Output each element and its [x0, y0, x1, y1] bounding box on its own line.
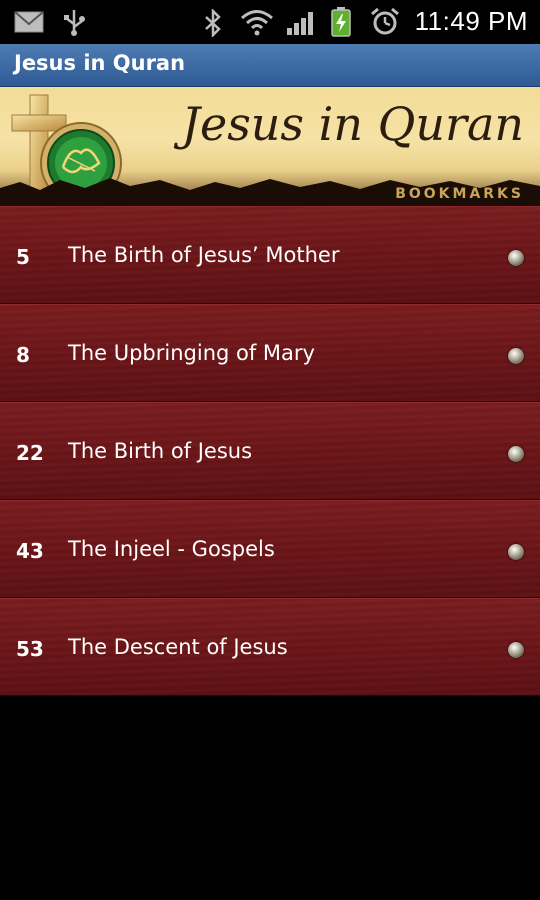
app-title: Jesus in Quran: [14, 51, 186, 75]
header-banner: Jesus in Quran BOOKMARKS: [0, 87, 540, 206]
usb-icon: [64, 10, 85, 36]
bookmark-number: 8: [16, 343, 30, 367]
list-item[interactable]: 53 The Descent of Jesus: [0, 598, 540, 696]
battery-icon: [331, 7, 351, 37]
status-time: 11:49 PM: [414, 6, 528, 36]
banner-subtitle: BOOKMARKS: [395, 186, 524, 202]
bookmark-number: 43: [16, 539, 44, 563]
app-title-bar: Jesus in Quran: [0, 44, 540, 87]
bookmark-number: 22: [16, 441, 44, 465]
banner-title: Jesus in Quran: [181, 97, 524, 151]
bullet-icon: [508, 446, 524, 462]
bluetooth-icon: [205, 9, 221, 37]
bullet-icon: [508, 250, 524, 266]
list-item[interactable]: 8 The Upbringing of Mary: [0, 304, 540, 402]
bullet-icon: [508, 544, 524, 560]
list-item[interactable]: 22 The Birth of Jesus: [0, 402, 540, 500]
bookmark-title: The Upbringing of Mary: [68, 341, 315, 365]
alarm-icon: [371, 7, 399, 35]
bullet-icon: [508, 348, 524, 364]
status-bar: 11:49 PM: [0, 0, 540, 44]
signal-icon: [287, 12, 313, 35]
bookmark-title: The Injeel - Gospels: [68, 537, 275, 561]
mail-icon: [14, 11, 44, 33]
bookmark-title: The Birth of Jesus’ Mother: [68, 243, 340, 267]
bookmark-list: 5 The Birth of Jesus’ Mother 8 The Upbri…: [0, 206, 540, 696]
bookmark-title: The Birth of Jesus: [68, 439, 253, 463]
wifi-icon: [241, 10, 273, 36]
bookmark-number: 5: [16, 245, 30, 269]
bookmark-title: The Descent of Jesus: [68, 635, 288, 659]
list-item[interactable]: 43 The Injeel - Gospels: [0, 500, 540, 598]
list-item[interactable]: 5 The Birth of Jesus’ Mother: [0, 206, 540, 304]
bookmark-number: 53: [16, 637, 44, 661]
bullet-icon: [508, 642, 524, 658]
